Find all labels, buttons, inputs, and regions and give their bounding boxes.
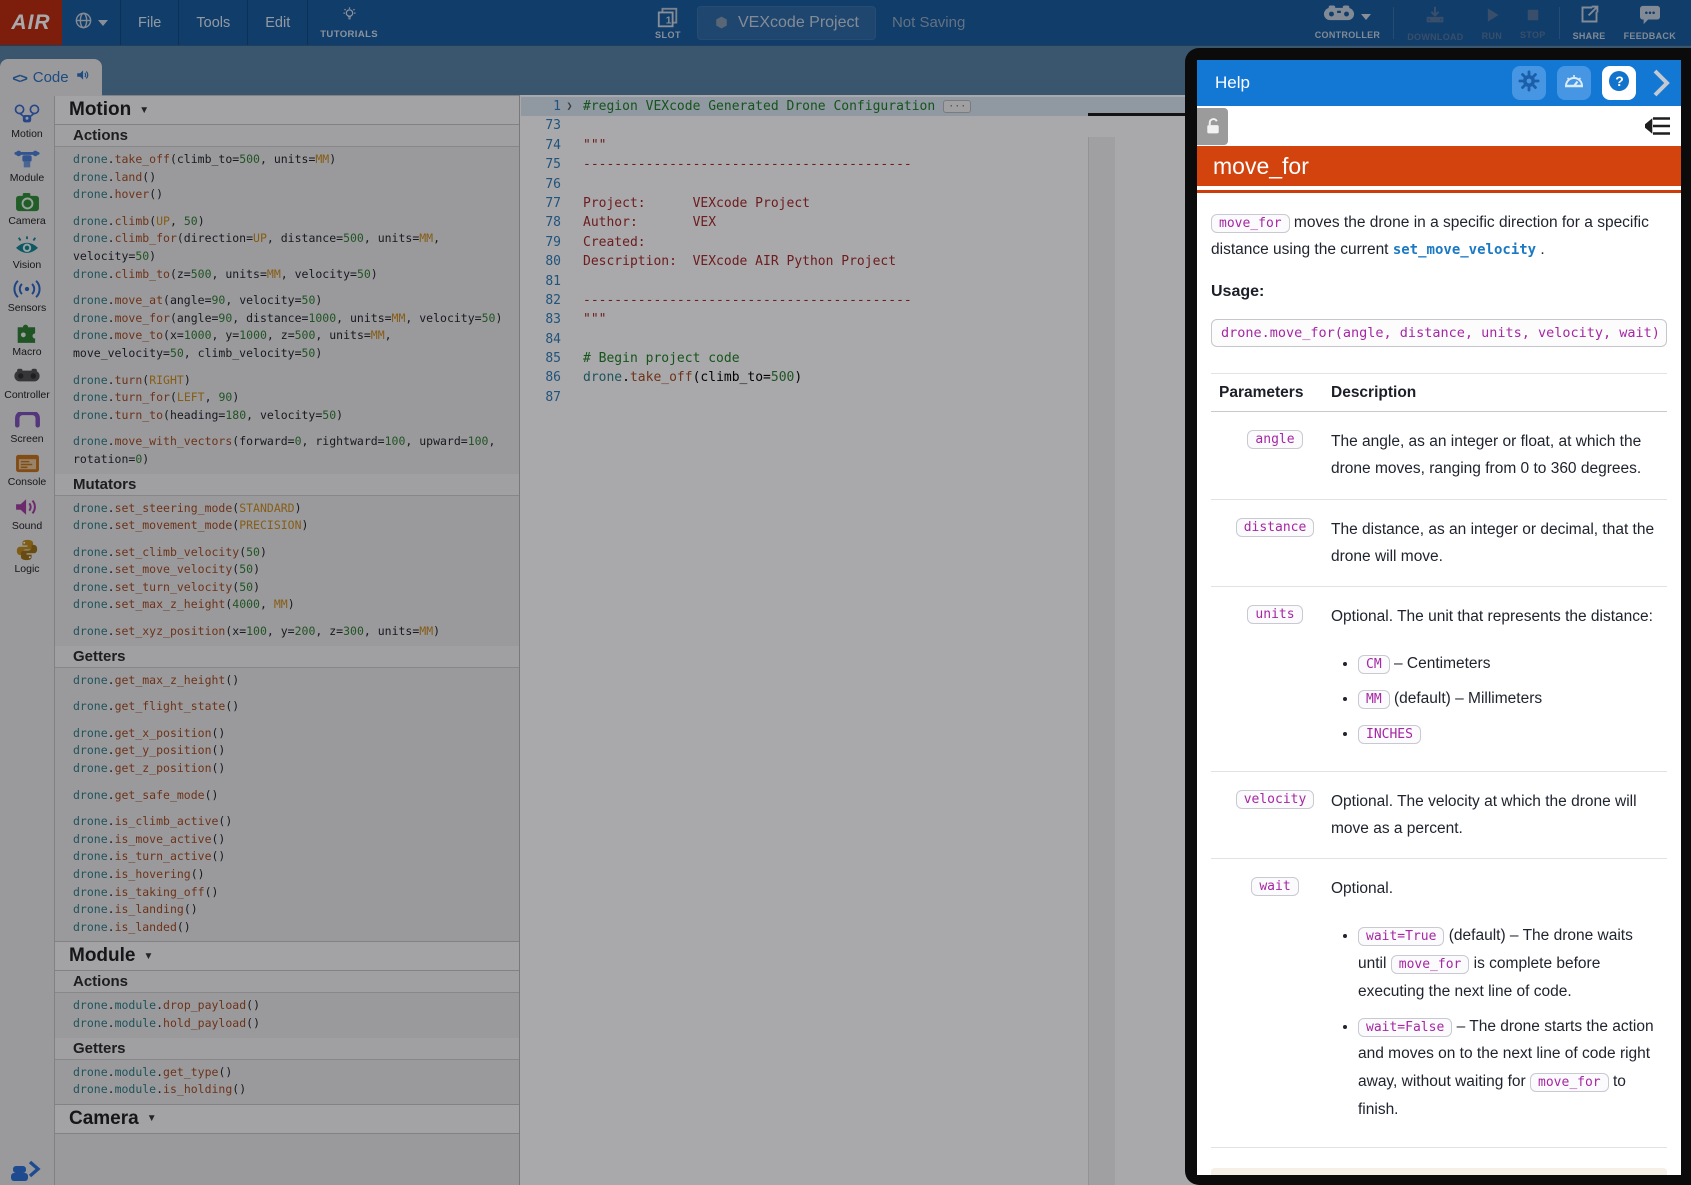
example-code-block: 1# Move forward for 200 mm2drone.take_of… xyxy=(1211,1168,1667,1175)
collapse-panel-button[interactable] xyxy=(1647,66,1675,100)
parameter-description: Optional.wait=True (default) – The drone… xyxy=(1331,875,1667,1131)
bullet-item: CM – Centimeters xyxy=(1358,650,1663,678)
parameter-description: Optional. The velocity at which the dron… xyxy=(1331,788,1667,842)
theme-button[interactable] xyxy=(1557,66,1591,100)
parameter-row-units: units Optional. The unit that represents … xyxy=(1211,587,1667,772)
parameter-chip: wait xyxy=(1251,877,1298,896)
help-header: Help xyxy=(1197,60,1681,106)
parameter-chip: distance xyxy=(1236,518,1315,537)
question-icon: ? xyxy=(1607,69,1631,98)
help-title: Help xyxy=(1215,73,1250,93)
usage-label: Usage: xyxy=(1211,283,1667,301)
help-window: Help xyxy=(1185,48,1691,1185)
inline-code-chip: INCHES xyxy=(1358,725,1421,744)
usage-signature: drone.move_for(angle, distance, units, v… xyxy=(1211,319,1667,347)
inline-code-chip: wait=False xyxy=(1358,1018,1452,1037)
parameters-table: ParametersDescription angle The angle, as … xyxy=(1211,373,1667,1148)
outdent-button[interactable] xyxy=(1645,115,1671,137)
inline-code-chip: CM xyxy=(1358,655,1390,674)
inline-code-chip: move_for xyxy=(1211,214,1290,233)
parameter-row-wait: wait Optional.wait=True (default) – The d… xyxy=(1211,859,1667,1148)
parameter-chip: units xyxy=(1247,605,1302,624)
parameter-row-distance: distance The distance, as an integer or d… xyxy=(1211,500,1667,587)
parameters-table-header: ParametersDescription xyxy=(1211,374,1667,412)
bullet-item: MM (default) – Millimeters xyxy=(1358,685,1663,713)
inline-code-chip: move_for xyxy=(1391,955,1470,974)
banner-underline xyxy=(1197,190,1681,193)
command-link[interactable]: set_move_velocity xyxy=(1393,242,1536,258)
unlock-button[interactable] xyxy=(1197,108,1228,145)
bullet-item: wait=False – The drone starts the action… xyxy=(1358,1013,1663,1125)
parameter-row-velocity: velocity Optional. The velocity at which … xyxy=(1211,772,1667,859)
command-banner: move_for xyxy=(1197,146,1681,186)
command-name: move_for xyxy=(1213,153,1309,180)
inline-code-chip: wait=True xyxy=(1358,927,1444,946)
parameter-row-angle: angle The angle, as an integer or float, … xyxy=(1211,412,1667,499)
parameter-chip: angle xyxy=(1247,430,1302,449)
inline-code-chip: MM xyxy=(1358,690,1390,709)
parameter-chip: velocity xyxy=(1236,790,1315,809)
help-button[interactable]: ? xyxy=(1602,66,1636,100)
bullet-item: INCHES xyxy=(1358,720,1663,748)
help-content: move_for move_for moves the drone in a s… xyxy=(1197,146,1681,1175)
inline-code-chip: move_for xyxy=(1530,1073,1609,1092)
bullet-item: wait=True (default) – The drone waits un… xyxy=(1358,922,1663,1006)
svg-text:?: ? xyxy=(1615,73,1624,89)
settings-button[interactable] xyxy=(1512,66,1546,100)
parameter-description: The distance, as an integer or decimal, … xyxy=(1331,516,1667,570)
bullet-list: CM – Centimeters MM (default) – Millimete… xyxy=(1331,650,1663,748)
col-description: Description xyxy=(1331,384,1667,402)
vexcode-air-window: AIR File Tools Edit xyxy=(0,0,1691,1185)
parameter-description: Optional. The unit that represents the d… xyxy=(1331,603,1667,755)
gear-icon xyxy=(1517,69,1541,98)
parameter-description: The angle, as an integer or float, at wh… xyxy=(1331,428,1667,482)
col-parameters: Parameters xyxy=(1219,384,1331,402)
gauge-icon xyxy=(1562,69,1586,98)
command-description: move_for moves the drone in a specific d… xyxy=(1211,209,1667,263)
help-toolbar xyxy=(1197,106,1681,146)
bullet-list: wait=True (default) – The drone waits un… xyxy=(1331,922,1663,1124)
